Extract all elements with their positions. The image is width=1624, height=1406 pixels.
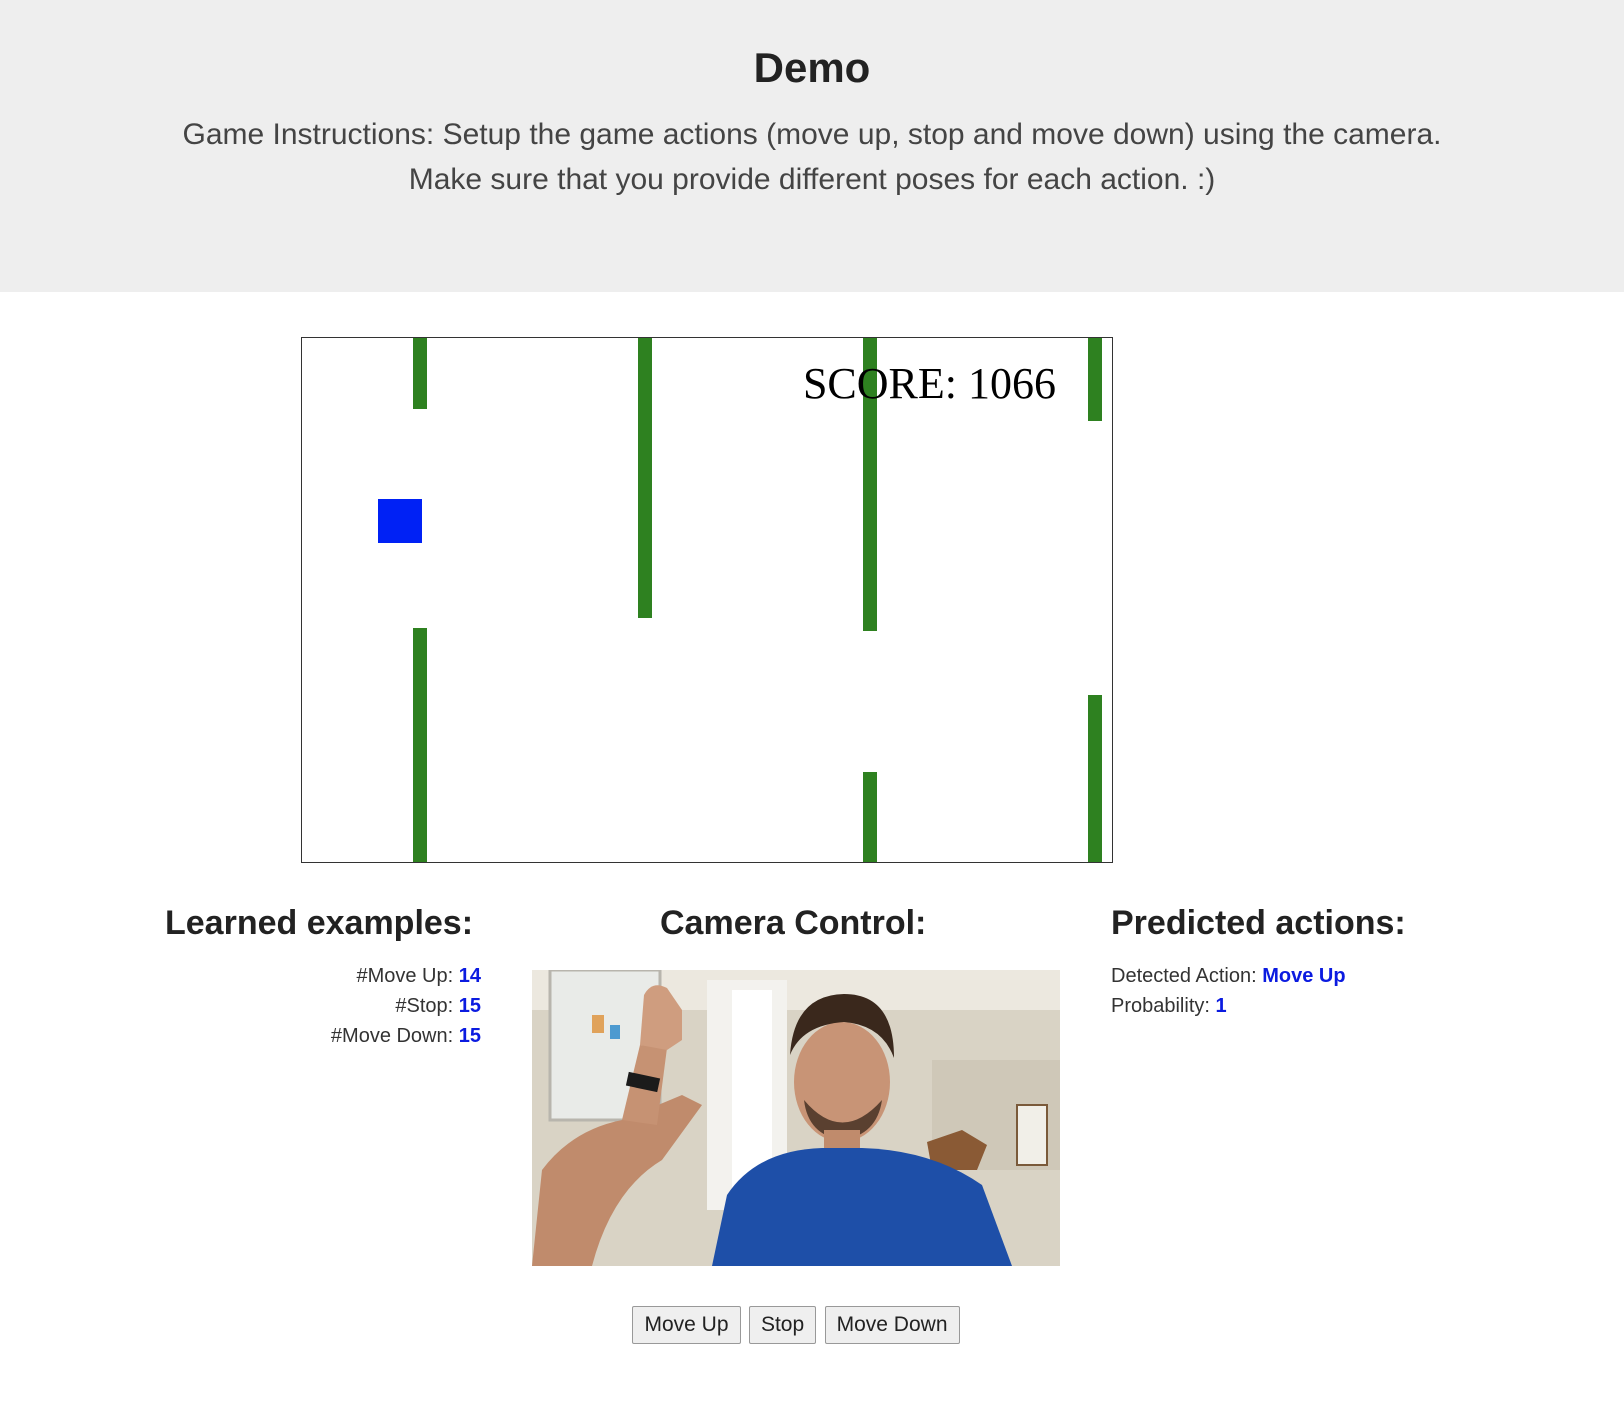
predicted-actions-stats: Detected Action: Move Up Probability: 1 [1111, 961, 1346, 1021]
move-down-button[interactable]: Move Down [824, 1306, 960, 1344]
camera-feed [532, 970, 1060, 1266]
score-display: SCORE: 1066 [802, 359, 1056, 408]
pipe-4-bottom [1088, 695, 1102, 862]
game-canvas: SCORE: 1066 [301, 337, 1113, 863]
game-instructions: Game Instructions: Setup the game action… [0, 112, 1624, 202]
probability-row: Probability: 1 [1111, 991, 1346, 1021]
stop-count-value: 15 [458, 995, 481, 1017]
stop-count-label: #Stop: [395, 995, 454, 1017]
instructions-line-2: Make sure that you provide different pos… [408, 163, 1216, 196]
header-banner: Demo Game Instructions: Setup the game a… [0, 0, 1624, 292]
camera-feed-image [532, 970, 1060, 1266]
stop-button[interactable]: Stop [748, 1306, 817, 1344]
camera-control-title: Camera Control: [660, 904, 927, 942]
move-down-count-row: #Move Down: 15 [331, 1021, 481, 1051]
detected-action-value: Move Up [1262, 965, 1346, 987]
page-title: Demo [753, 44, 871, 91]
pipe-3-bottom [863, 772, 877, 862]
detected-action-row: Detected Action: Move Up [1111, 961, 1346, 991]
move-down-count-label: #Move Down: [330, 1025, 454, 1047]
move-up-count-row: #Move Up: 14 [331, 961, 481, 991]
move-up-button[interactable]: Move Up [632, 1306, 741, 1344]
move-down-count-value: 15 [458, 1025, 481, 1047]
pipe-4-top [1088, 338, 1102, 421]
learned-examples-stats: #Move Up: 14 #Stop: 15 #Move Down: 15 [331, 961, 481, 1051]
pipe-2-top [638, 338, 652, 618]
player-square [378, 499, 422, 543]
move-up-count-value: 14 [458, 965, 481, 987]
learned-examples-title: Learned examples: [165, 904, 474, 942]
action-buttons: Move Up Stop Move Down [0, 1306, 1592, 1344]
probability-label: Probability: [1111, 995, 1210, 1017]
pipe-1-bottom [413, 628, 427, 862]
probability-value: 1 [1215, 995, 1227, 1017]
instructions-line-1: Game Instructions: Setup the game action… [182, 118, 1442, 151]
predicted-actions-title: Predicted actions: [1111, 904, 1406, 942]
stop-count-row: #Stop: 15 [331, 991, 481, 1021]
pipe-1-top [413, 338, 427, 409]
move-up-count-label: #Move Up: [356, 965, 454, 987]
detected-action-label: Detected Action: [1111, 965, 1257, 987]
